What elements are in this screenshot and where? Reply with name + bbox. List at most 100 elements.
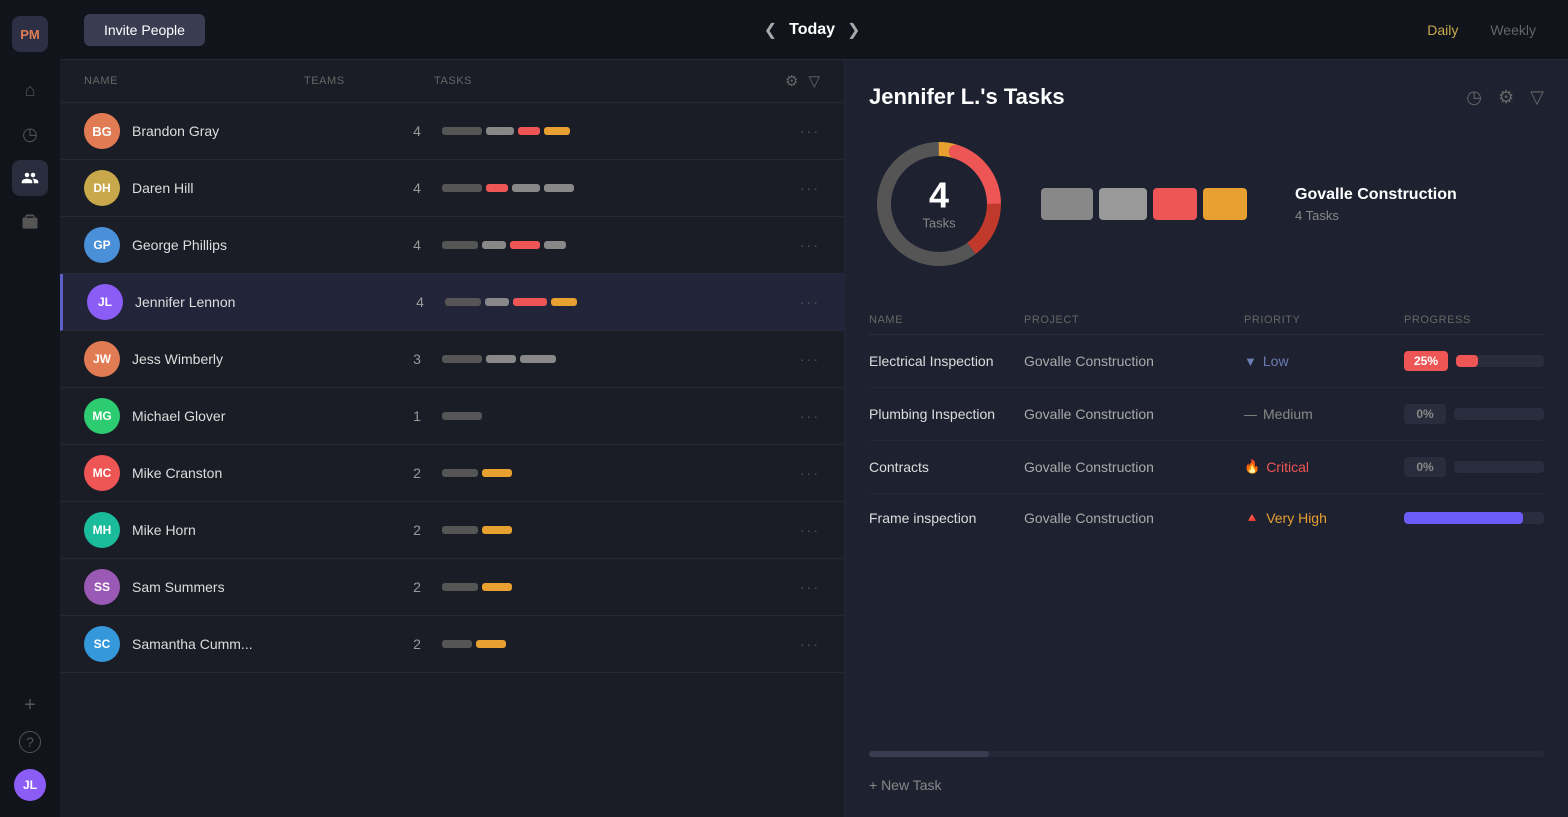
task-project: Govalle Construction bbox=[1024, 406, 1244, 422]
weekly-view-button[interactable]: Weekly bbox=[1482, 18, 1544, 42]
person-menu-button[interactable]: ··· bbox=[800, 522, 820, 538]
person-task-bars bbox=[442, 127, 800, 135]
task-row[interactable]: Electrical Inspection Govalle Constructi… bbox=[869, 335, 1544, 388]
person-menu-button[interactable]: ··· bbox=[800, 123, 820, 139]
project-name: Govalle Construction bbox=[1295, 186, 1457, 204]
new-task-button[interactable]: + New Task bbox=[869, 777, 1544, 793]
person-menu-button[interactable]: ··· bbox=[800, 579, 820, 595]
settings-panel-icon[interactable]: ⚙ bbox=[1498, 87, 1514, 108]
task-bar bbox=[442, 355, 482, 363]
tasks-list: Electrical Inspection Govalle Constructi… bbox=[869, 335, 1544, 542]
person-task-bars bbox=[442, 241, 800, 249]
person-row[interactable]: MC Mike Cranston 2 ··· bbox=[60, 445, 844, 502]
sidebar-bottom: + ? JL bbox=[12, 687, 48, 801]
add-icon[interactable]: + bbox=[12, 687, 48, 723]
person-row[interactable]: MH Mike Horn 2 ··· bbox=[60, 502, 844, 559]
progress-cell: 25% bbox=[1404, 351, 1544, 371]
person-menu-button[interactable]: ··· bbox=[800, 408, 820, 424]
person-menu-button[interactable]: ··· bbox=[800, 636, 820, 652]
summary-bar-1 bbox=[1041, 188, 1093, 220]
header-icons: ⚙ ▽ bbox=[785, 72, 820, 90]
person-tasks-count: 3 bbox=[392, 351, 442, 367]
task-bar bbox=[485, 298, 509, 306]
person-avatar: MG bbox=[84, 398, 120, 434]
person-avatar: SC bbox=[84, 626, 120, 662]
person-tasks-count: 4 bbox=[392, 180, 442, 196]
filter-panel-icon[interactable]: ▽ bbox=[1530, 87, 1544, 108]
sidebar-item-home[interactable]: ⌂ bbox=[12, 72, 48, 108]
daily-view-button[interactable]: Daily bbox=[1419, 18, 1466, 42]
person-menu-button[interactable]: ··· bbox=[800, 180, 820, 196]
scrollbar-thumb bbox=[869, 751, 989, 757]
col-task-progress: PROGRESS bbox=[1404, 314, 1544, 326]
filter-icon[interactable]: ▽ bbox=[808, 72, 820, 90]
task-bar bbox=[544, 127, 570, 135]
person-row[interactable]: JW Jess Wimberly 3 ··· bbox=[60, 331, 844, 388]
person-menu-button[interactable]: ··· bbox=[800, 237, 820, 253]
progress-cell: 0% bbox=[1404, 457, 1544, 477]
person-task-bars bbox=[445, 298, 800, 306]
task-row[interactable]: Frame inspection Govalle Construction 🔺 … bbox=[869, 494, 1544, 542]
view-toggle: Daily Weekly bbox=[1419, 18, 1544, 42]
person-menu-button[interactable]: ··· bbox=[800, 351, 820, 367]
person-tasks-count: 2 bbox=[392, 579, 442, 595]
person-row[interactable]: JL Jennifer Lennon 4 ··· bbox=[60, 274, 844, 331]
clock-icon[interactable]: ◷ bbox=[1466, 87, 1482, 108]
person-tasks-count: 2 bbox=[392, 636, 442, 652]
person-menu-button[interactable]: ··· bbox=[800, 294, 820, 310]
task-bar bbox=[518, 127, 540, 135]
task-bar bbox=[513, 298, 547, 306]
col-header-name: NAME bbox=[84, 75, 304, 87]
col-task-project: PROJECT bbox=[1024, 314, 1244, 326]
invite-people-button[interactable]: Invite People bbox=[84, 14, 205, 46]
task-name: Plumbing Inspection bbox=[869, 406, 1024, 422]
task-row[interactable]: Contracts Govalle Construction 🔥 Critica… bbox=[869, 441, 1544, 494]
person-row[interactable]: GP George Phillips 4 ··· bbox=[60, 217, 844, 274]
next-date-button[interactable]: ❯ bbox=[847, 20, 860, 40]
priority-icon: ▼ bbox=[1244, 354, 1257, 369]
person-task-bars bbox=[442, 526, 800, 534]
summary-bar-3 bbox=[1153, 188, 1197, 220]
task-project: Govalle Construction bbox=[1024, 510, 1244, 526]
task-row[interactable]: Plumbing Inspection Govalle Construction… bbox=[869, 388, 1544, 441]
people-panel: NAME TEAMS TASKS ⚙ ▽ BG Brandon Gray 4 ·… bbox=[60, 60, 845, 817]
person-row[interactable]: SC Samantha Cumm... 2 ··· bbox=[60, 616, 844, 673]
person-row[interactable]: SS Sam Summers 2 ··· bbox=[60, 559, 844, 616]
donut-chart: 4 Tasks bbox=[869, 134, 1009, 274]
donut-label: Tasks bbox=[922, 216, 955, 231]
app-logo: PM bbox=[12, 16, 48, 52]
col-header-teams: TEAMS bbox=[304, 75, 434, 87]
settings-icon[interactable]: ⚙ bbox=[785, 72, 798, 90]
task-bar bbox=[544, 184, 574, 192]
horizontal-scrollbar[interactable] bbox=[869, 751, 1544, 757]
sidebar-item-history[interactable]: ◷ bbox=[12, 116, 48, 152]
priority-label: Low bbox=[1263, 353, 1289, 369]
person-row[interactable]: MG Michael Glover 1 ··· bbox=[60, 388, 844, 445]
person-tasks-count: 2 bbox=[392, 522, 442, 538]
sidebar-item-people[interactable] bbox=[12, 160, 48, 196]
help-icon[interactable]: ? bbox=[19, 731, 41, 753]
person-menu-button[interactable]: ··· bbox=[800, 465, 820, 481]
person-task-bars bbox=[442, 355, 800, 363]
person-name: Daren Hill bbox=[132, 180, 302, 196]
tasks-header: NAME PROJECT PRIORITY PROGRESS bbox=[869, 306, 1544, 335]
task-priority: ▼ Low bbox=[1244, 353, 1404, 369]
donut-number: 4 bbox=[922, 178, 955, 214]
task-bar bbox=[442, 526, 478, 534]
sidebar-item-briefcase[interactable] bbox=[12, 204, 48, 240]
svg-text:BG: BG bbox=[92, 124, 112, 139]
person-name: Sam Summers bbox=[132, 579, 302, 595]
person-avatar: SS bbox=[84, 569, 120, 605]
user-avatar[interactable]: JL bbox=[14, 769, 46, 801]
person-row[interactable]: DH Daren Hill 4 ··· bbox=[60, 160, 844, 217]
donut-center: 4 Tasks bbox=[922, 178, 955, 231]
person-row[interactable]: BG Brandon Gray 4 ··· bbox=[60, 103, 844, 160]
task-bar bbox=[482, 469, 512, 477]
person-avatar: JW bbox=[84, 341, 120, 377]
prev-date-button[interactable]: ❮ bbox=[764, 20, 777, 40]
summary-bar-4 bbox=[1203, 188, 1247, 220]
task-priority: 🔥 Critical bbox=[1244, 459, 1404, 475]
list-header: NAME TEAMS TASKS ⚙ ▽ bbox=[60, 60, 844, 103]
content-area: NAME TEAMS TASKS ⚙ ▽ BG Brandon Gray 4 ·… bbox=[60, 60, 1568, 817]
person-task-bars bbox=[442, 184, 800, 192]
